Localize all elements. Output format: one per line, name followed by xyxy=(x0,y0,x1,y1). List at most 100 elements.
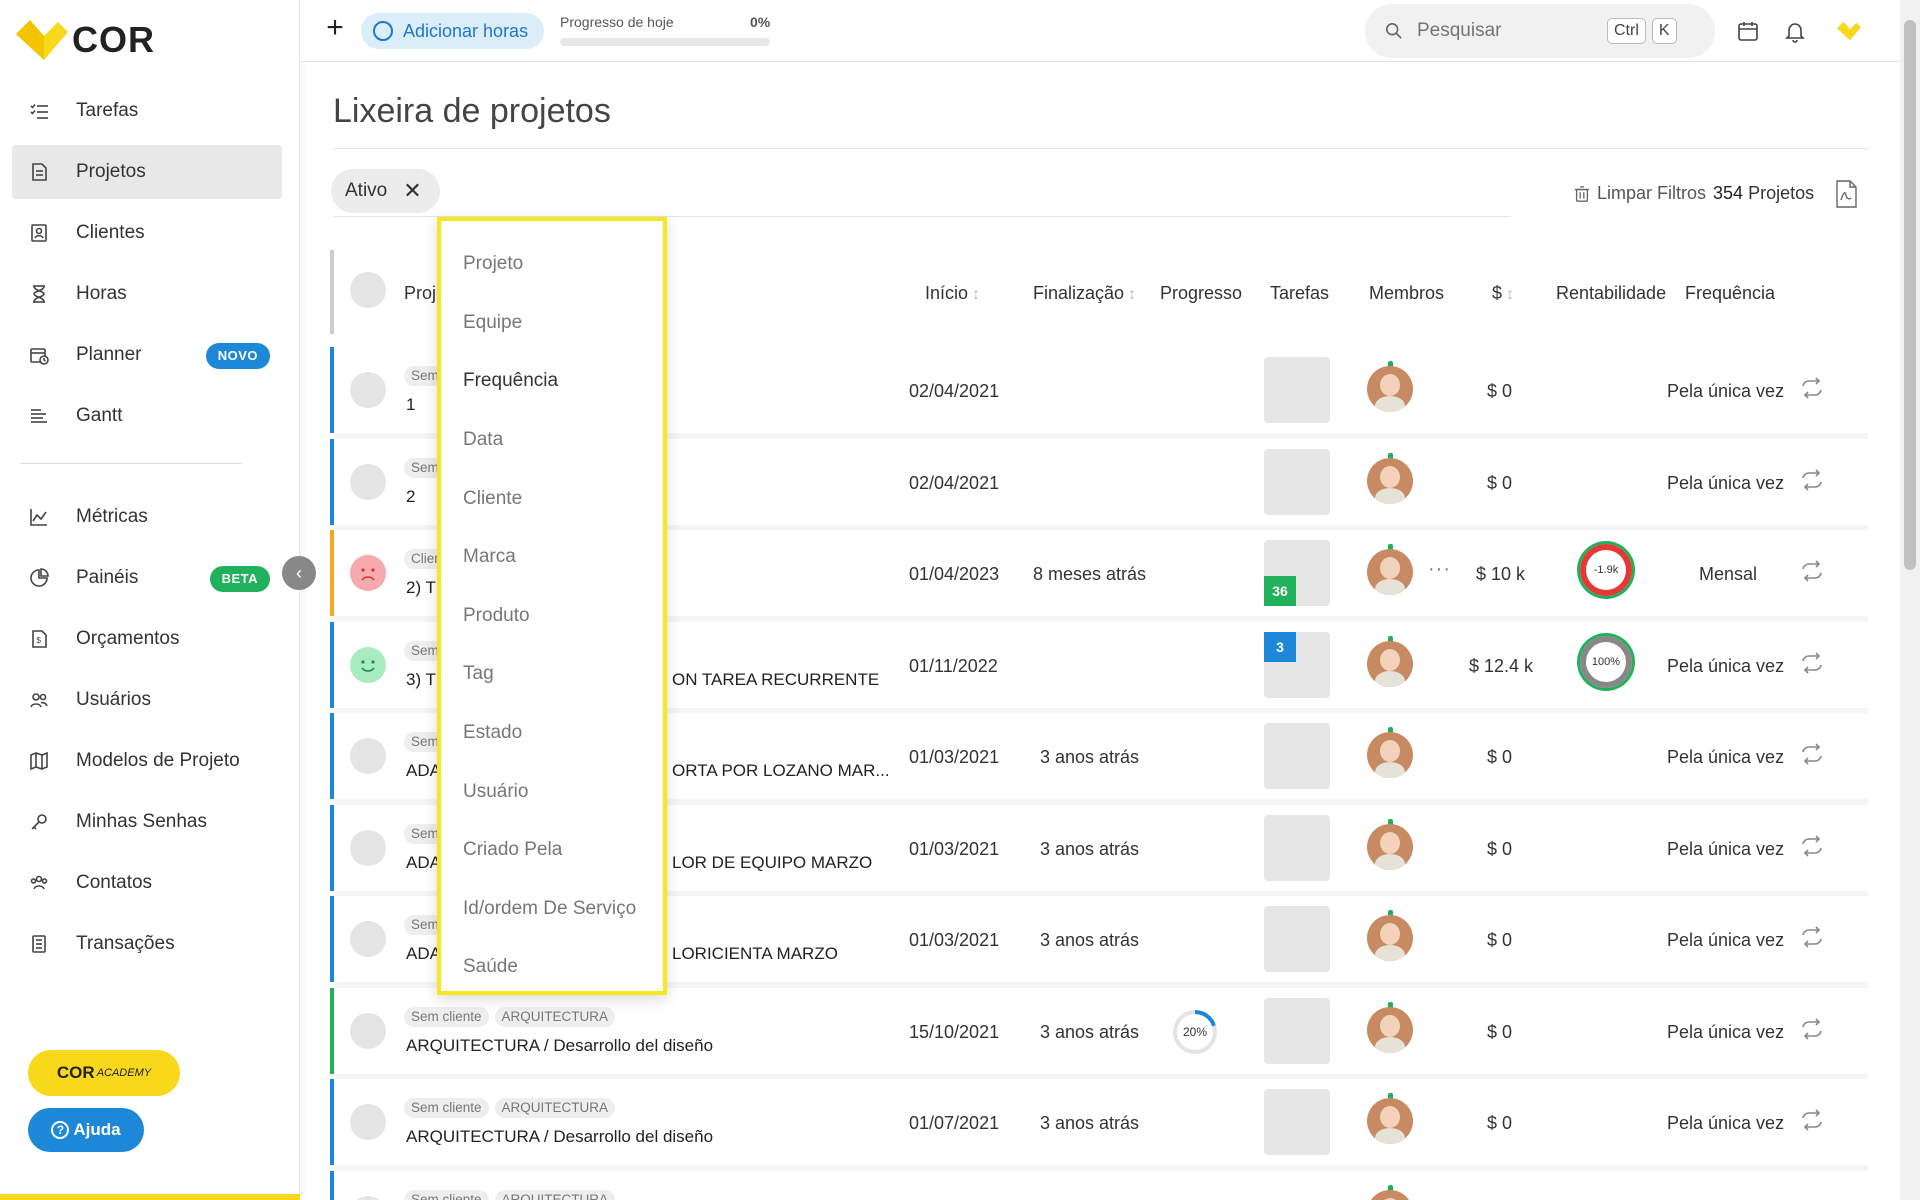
member-avatar[interactable] xyxy=(1367,732,1413,778)
member-avatar[interactable] xyxy=(1367,1006,1413,1053)
project-name[interactable]: 2 xyxy=(406,487,415,507)
row-select-checkbox[interactable] xyxy=(350,1195,386,1200)
table-row[interactable]: Sem cliente ARQUITECTURA xyxy=(330,1170,1868,1200)
dropdown-option-saude[interactable]: Saúde xyxy=(441,938,663,997)
dropdown-option-marca[interactable]: Marca xyxy=(441,528,663,587)
repeat-button[interactable] xyxy=(1800,468,1824,496)
table-row[interactable]: Sem cliente ARQUITECTURA ARQUITECTURA / De… xyxy=(330,1079,1868,1171)
search-box[interactable]: Ctrl K xyxy=(1365,4,1715,58)
export-pdf-button[interactable] xyxy=(1834,180,1858,213)
sidebar-item-metricas[interactable]: Métricas xyxy=(12,490,282,544)
repeat-button[interactable] xyxy=(1800,377,1824,404)
sidebar-item-horas[interactable]: Horas xyxy=(12,267,282,321)
table-row[interactable]: Sem cliente ARQUITECTURA ARQUITECTURA / De… xyxy=(330,987,1868,1080)
tasks-box[interactable] xyxy=(1264,997,1330,1064)
project-name[interactable]: ADA xyxy=(406,761,441,781)
member-avatar[interactable] xyxy=(1367,1098,1413,1144)
tasks-box[interactable]: 36 xyxy=(1264,540,1330,606)
dropdown-option-usuario[interactable]: Usuário xyxy=(441,762,663,821)
frequency-value: Pela única vez xyxy=(1667,930,1785,950)
sidebar-item-label: Tarefas xyxy=(76,100,139,121)
repeat-button[interactable] xyxy=(1800,651,1824,679)
row-select-checkbox[interactable] xyxy=(350,829,386,866)
row-select-checkbox[interactable] xyxy=(350,1012,386,1049)
tasks-box[interactable] xyxy=(1264,906,1330,972)
sidebar-item-paineis[interactable]: Painéis BETA xyxy=(12,551,282,605)
project-name[interactable]: ARQUITECTURA / Desarrollo del diseño xyxy=(406,1036,713,1056)
close-icon[interactable]: ✕ xyxy=(403,178,421,204)
page-scrollbar[interactable] xyxy=(1900,0,1920,1200)
collapse-sidebar-button[interactable]: ‹ xyxy=(282,556,316,590)
sidebar-item-usuarios[interactable]: Usuários xyxy=(12,673,282,727)
dropdown-option-projeto[interactable]: Projeto xyxy=(441,235,663,294)
sidebar-item-transacoes[interactable]: Transações xyxy=(12,917,282,971)
sidebar-item-orcamentos[interactable]: $ Orçamentos xyxy=(12,612,282,666)
row-select-checkbox[interactable] xyxy=(350,463,386,500)
member-avatar[interactable] xyxy=(1367,457,1413,504)
dropdown-option-data[interactable]: Data xyxy=(441,411,663,470)
dropdown-option-estado[interactable]: Estado xyxy=(441,704,663,763)
repeat-button[interactable] xyxy=(1800,834,1824,862)
row-select-checkbox[interactable] xyxy=(350,646,386,683)
repeat-button[interactable] xyxy=(1800,743,1824,770)
sidebar-item-contatos[interactable]: Contatos xyxy=(12,856,282,910)
row-select-checkbox[interactable] xyxy=(350,738,386,774)
repeat-button[interactable] xyxy=(1800,1109,1824,1136)
tasks-box[interactable] xyxy=(1264,723,1330,789)
select-all-checkbox[interactable] xyxy=(350,272,386,308)
sidebar-item-tarefas[interactable]: Tarefas xyxy=(12,84,282,138)
tasks-box[interactable] xyxy=(1264,1089,1330,1155)
sidebar-item-minhas-senhas[interactable]: Minhas Senhas xyxy=(12,795,282,849)
filter-chip-ativo[interactable]: Ativo ✕ xyxy=(331,169,440,213)
member-avatar[interactable] xyxy=(1367,915,1413,961)
dropdown-option-cliente[interactable]: Cliente xyxy=(441,469,663,528)
notifications-button[interactable] xyxy=(1782,18,1808,44)
repeat-button[interactable] xyxy=(1800,560,1824,587)
row-select-checkbox[interactable] xyxy=(350,1104,386,1140)
calendar-button[interactable] xyxy=(1735,18,1761,44)
scrollbar-thumb[interactable] xyxy=(1904,20,1916,570)
sidebar-item-modelos-de-projeto[interactable]: Modelos de Projeto xyxy=(12,734,282,788)
column-header-start[interactable]: Início ↕ xyxy=(925,283,980,304)
tasks-box[interactable] xyxy=(1264,814,1330,881)
dropdown-option-tag[interactable]: Tag xyxy=(441,645,663,704)
tasks-box[interactable]: 3 xyxy=(1264,631,1330,698)
member-avatar[interactable] xyxy=(1367,366,1413,412)
dropdown-option-frequencia[interactable]: Frequência xyxy=(441,352,663,411)
add-hours-button[interactable]: Adicionar horas xyxy=(361,13,545,49)
project-name[interactable]: ARQUITECTURA / Desarrollo del diseño xyxy=(406,1127,713,1147)
row-select-checkbox[interactable] xyxy=(350,555,386,591)
profile-menu-button[interactable] xyxy=(1832,18,1866,44)
project-name[interactable]: 1 xyxy=(406,395,415,415)
sidebar-item-gantt[interactable]: Gantt xyxy=(12,389,282,443)
column-header-end[interactable]: Finalização ↕ xyxy=(1033,283,1136,304)
tasks-box[interactable] xyxy=(1264,357,1330,423)
help-button[interactable]: ? Ajuda xyxy=(28,1108,144,1152)
member-avatar[interactable] xyxy=(1367,1189,1413,1200)
repeat-button[interactable] xyxy=(1800,1017,1824,1045)
search-input[interactable] xyxy=(1417,20,1607,42)
sidebar-item-planner[interactable]: Planner NOVO xyxy=(12,328,282,382)
column-header-money[interactable]: $ ↕ xyxy=(1492,283,1514,304)
tasks-box[interactable] xyxy=(1264,448,1330,515)
dropdown-option-equipe[interactable]: Equipe xyxy=(441,294,663,353)
sidebar-item-projetos[interactable]: Projetos xyxy=(12,145,282,199)
project-name[interactable]: ADA xyxy=(406,853,441,873)
member-avatar[interactable] xyxy=(1367,823,1413,870)
cor-academy-button[interactable]: COR ACADEMY xyxy=(28,1050,180,1096)
cor-logo[interactable]: COR xyxy=(16,16,155,64)
quick-add-button[interactable]: + xyxy=(320,13,350,44)
row-select-checkbox[interactable] xyxy=(350,921,386,957)
member-avatar[interactable] xyxy=(1367,640,1413,687)
member-avatar[interactable] xyxy=(1367,549,1413,595)
sidebar-item-label: Planner xyxy=(76,344,142,365)
dropdown-option-criado-pela[interactable]: Criado Pela xyxy=(441,821,663,880)
project-name[interactable]: ADA xyxy=(406,944,441,964)
clear-filters-button[interactable]: Limpar Filtros xyxy=(1573,183,1706,204)
sidebar-item-clientes[interactable]: Clientes xyxy=(12,206,282,260)
row-select-checkbox[interactable] xyxy=(350,372,386,408)
dropdown-option-produto[interactable]: Produto xyxy=(441,587,663,646)
dropdown-option-id-ordem-de-servico[interactable]: Id/ordem De Serviço xyxy=(441,880,663,939)
repeat-button[interactable] xyxy=(1800,926,1824,953)
more-members-icon[interactable]: ··· xyxy=(1428,558,1451,581)
